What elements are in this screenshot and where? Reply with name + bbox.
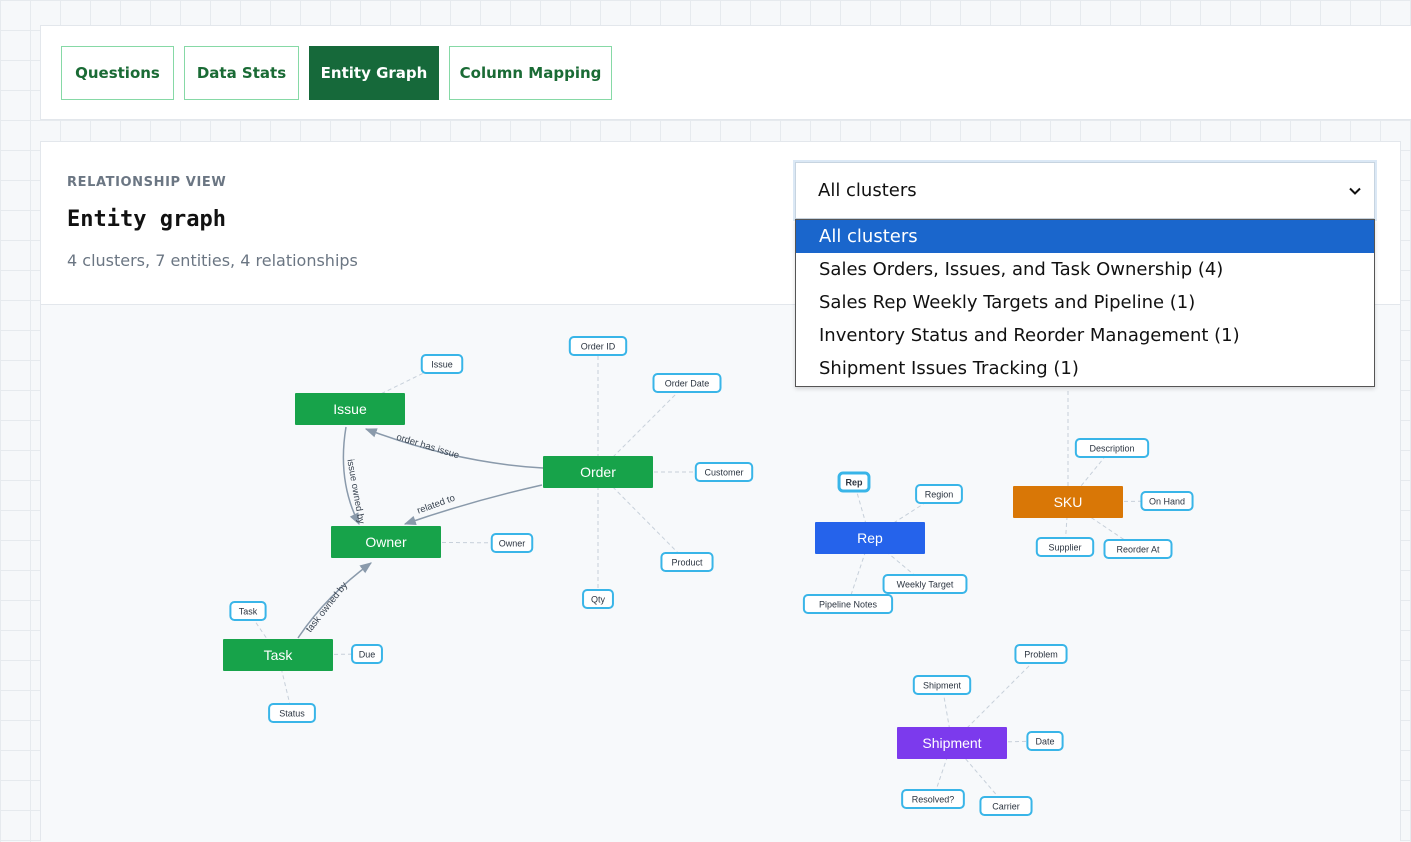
entity-node-order[interactable]: Order (543, 456, 653, 488)
attribute-label: Weekly Target (897, 580, 954, 590)
attribute-label: Resolved? (912, 795, 955, 805)
attribute-label: Shipment (923, 681, 962, 691)
attribute-label: Order ID (581, 342, 616, 352)
entity-label: Owner (365, 534, 407, 550)
attribute-node: Pipeline Notes (802, 594, 894, 614)
cluster-select[interactable]: All clusters (793, 160, 1377, 221)
attribute-label: Order Date (665, 379, 710, 389)
attribute-node: Region (915, 484, 963, 504)
chevron-down-icon (1348, 182, 1362, 203)
graph-summary: 4 clusters, 7 entities, 4 relationships (67, 251, 358, 270)
attribute-label: Status (279, 709, 305, 719)
attribute-label: Carrier (992, 802, 1020, 812)
attribute-node: Weekly Target (882, 574, 968, 594)
entity-label: Issue (333, 401, 367, 417)
cluster-select-value: All clusters (818, 180, 917, 201)
attribute-label: Due (359, 650, 376, 660)
attribute-node: Product (660, 552, 714, 572)
attribute-label: Qty (591, 595, 606, 605)
entity-label: Rep (857, 530, 883, 546)
entity-node-sku[interactable]: SKU (1013, 486, 1123, 518)
attribute-node: Rep (837, 471, 871, 493)
attribute-label: Description (1089, 444, 1134, 454)
attribute-label: Product (671, 558, 703, 568)
attribute-node: Order ID (568, 336, 628, 356)
attribute-node: Order Date (652, 373, 722, 393)
attribute-label: Region (925, 490, 954, 500)
attribute-label: Pipeline Notes (819, 600, 878, 610)
cluster-option-sales-rep[interactable]: Sales Rep Weekly Targets and Pipeline (1… (796, 286, 1374, 319)
attribute-node: Customer (694, 462, 754, 482)
attribute-label: Reorder At (1116, 545, 1160, 555)
tab-entity-graph[interactable]: Entity Graph (309, 46, 439, 100)
tab-questions[interactable]: Questions (61, 46, 174, 100)
attribute-label: Date (1035, 737, 1054, 747)
entity-node-issue[interactable]: Issue (295, 393, 405, 425)
attribute-node: Reorder At (1103, 539, 1173, 559)
attribute-label: Rep (845, 478, 863, 488)
entity-node-task[interactable]: Task (223, 639, 333, 671)
entity-label: Shipment (922, 735, 981, 751)
attribute-node: Description (1074, 438, 1150, 458)
entity-label: Task (264, 647, 294, 663)
attribute-label: Task (239, 607, 258, 617)
cluster-option-sales-orders[interactable]: Sales Orders, Issues, and Task Ownership… (796, 253, 1374, 286)
attribute-label: Issue (431, 360, 453, 370)
entity-nodes: Issue Order Owner Task Rep SKU Shipment (223, 393, 1123, 759)
tab-data-stats[interactable]: Data Stats (184, 46, 299, 100)
attribute-label: Problem (1024, 650, 1058, 660)
entity-node-owner[interactable]: Owner (331, 526, 441, 558)
entity-label: Order (580, 464, 616, 480)
attribute-node: Date (1026, 731, 1064, 751)
tab-bar: Questions Data Stats Entity Graph Column… (40, 25, 1411, 120)
attribute-node: Qty (582, 589, 614, 609)
attribute-node: Supplier (1035, 537, 1095, 557)
cluster-option-all[interactable]: All clusters (796, 220, 1374, 253)
cluster-dropdown-list: All clusters Sales Orders, Issues, and T… (795, 219, 1375, 387)
cluster-option-inventory[interactable]: Inventory Status and Reorder Management … (796, 319, 1374, 352)
entity-node-shipment[interactable]: Shipment (897, 727, 1007, 759)
attribute-node: Resolved? (901, 789, 965, 809)
attribute-node: Task (229, 601, 267, 621)
entity-label: SKU (1054, 494, 1083, 510)
tab-column-mapping[interactable]: Column Mapping (449, 46, 612, 100)
cluster-option-shipment[interactable]: Shipment Issues Tracking (1) (796, 352, 1374, 385)
attribute-node: On Hand (1140, 491, 1194, 511)
attribute-node: Problem (1014, 644, 1068, 664)
relationship-label: task owned by (304, 580, 350, 635)
attribute-node: Carrier (979, 796, 1033, 816)
page-title: Entity graph (67, 207, 226, 232)
attribute-node: Shipment (912, 675, 972, 695)
attribute-label: Supplier (1048, 543, 1081, 553)
attribute-node: Status (268, 703, 316, 723)
attribute-label: On Hand (1149, 497, 1185, 507)
entity-node-rep[interactable]: Rep (815, 522, 925, 554)
attribute-node: Issue (420, 354, 464, 374)
attribute-label: Customer (704, 468, 743, 478)
attribute-node: Due (351, 644, 383, 664)
attribute-label: Owner (499, 539, 526, 549)
relationship-label: order has issue (395, 432, 460, 462)
attribute-node: Owner (490, 533, 534, 553)
section-eyebrow: RELATIONSHIP VIEW (67, 175, 227, 190)
